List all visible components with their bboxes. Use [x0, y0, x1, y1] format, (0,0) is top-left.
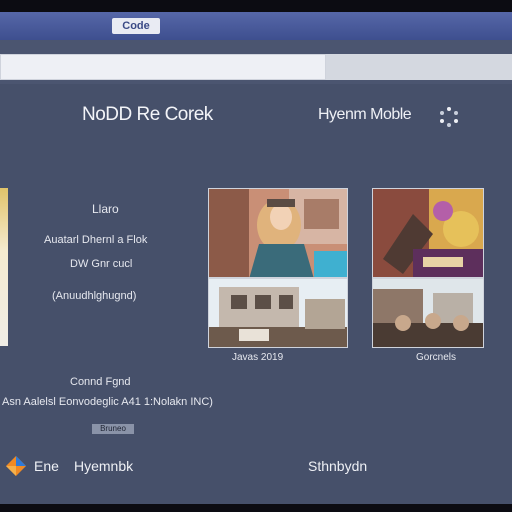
browser-titlebar: Code: [0, 12, 512, 40]
thumbnail-portrait[interactable]: [208, 188, 348, 278]
section-line: Auatarl Dhernl a Flok: [44, 234, 148, 246]
partial-image-left: [0, 188, 8, 346]
browser-tab[interactable]: Code: [112, 18, 160, 34]
address-row: [0, 40, 512, 84]
dots-icon: [440, 107, 458, 127]
thumbnail-crowd[interactable]: [372, 278, 484, 348]
footer-heading: Connd Fgnd: [70, 376, 131, 388]
thumbnail-illustration[interactable]: [372, 188, 484, 278]
bottom-label[interactable]: Hyemnbk: [74, 458, 133, 474]
app-logo-icon[interactable]: [4, 452, 28, 480]
section-line: (Anuudhlghugnd): [52, 290, 137, 302]
footer-link-button[interactable]: Bruneo: [92, 424, 134, 434]
monitor-bezel-top: [0, 0, 512, 12]
thumbnail-caption: Gorcnels: [416, 352, 457, 363]
monitor-bezel-bottom: [0, 504, 512, 512]
thumbnail-caption: Javas 2019: [232, 352, 284, 363]
brand-title-right[interactable]: Hyenm Moble: [318, 106, 412, 124]
brand-title-left[interactable]: NoDD Re Corek: [82, 104, 213, 126]
address-bar-input[interactable]: [0, 54, 326, 80]
page-content: NoDD Re Corek Hyenm Moble Llaro Auatarl …: [0, 84, 512, 504]
address-bar-end: [326, 54, 512, 80]
section-line: DW Gnr cucl: [70, 258, 133, 270]
thumbnail-street[interactable]: [208, 278, 348, 348]
footer-text: Asn Aalelsl Eonvodeglic A41 1:Nolakn INC…: [2, 396, 213, 408]
bottom-label[interactable]: Sthnbydn: [308, 458, 367, 474]
bottom-label[interactable]: Ene: [34, 458, 59, 474]
section-title: Llaro: [92, 202, 119, 216]
